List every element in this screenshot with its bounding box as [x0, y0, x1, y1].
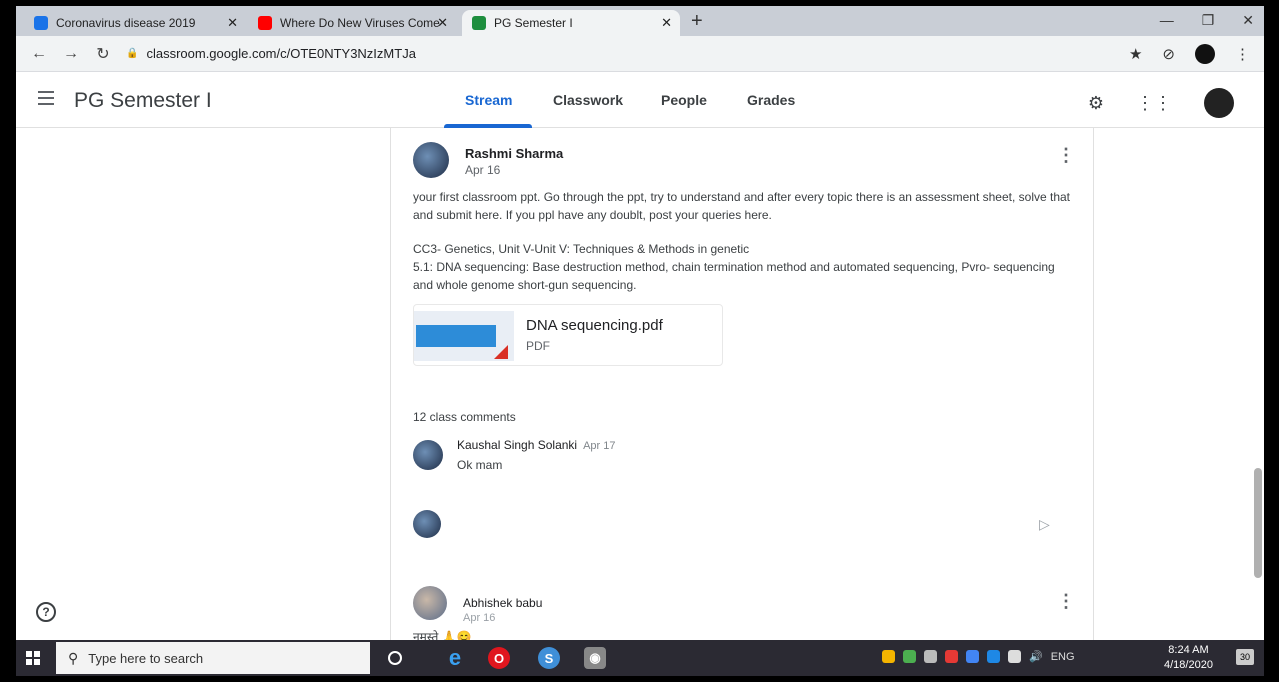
- hamburger-menu-icon[interactable]: [38, 91, 54, 105]
- forward-icon[interactable]: →: [62, 45, 80, 63]
- send-icon[interactable]: ▷: [1039, 516, 1050, 533]
- post-date: Apr 16: [465, 163, 501, 177]
- close-icon[interactable]: ✕: [227, 15, 238, 31]
- network-icon[interactable]: [1008, 650, 1021, 663]
- tab-title: Where Do New Viruses Come Fré: [280, 16, 440, 30]
- tab-strip: Coronavirus disease 2019 ✕ Where Do New …: [16, 6, 1264, 36]
- pdf-thumbnail: [414, 311, 514, 361]
- opera-icon[interactable]: O: [488, 647, 510, 669]
- task-view-icon[interactable]: [388, 651, 402, 665]
- post-author: Abhishek babu: [463, 596, 543, 610]
- help-icon[interactable]: ?: [36, 602, 56, 622]
- settings-gear-icon[interactable]: ⚙: [1088, 93, 1104, 114]
- post-body-line: CC3- Genetics, Unit V-Unit V: Techniques…: [413, 242, 750, 256]
- clock-date: 4/18/2020: [1164, 659, 1213, 671]
- browser-menu-icon[interactable]: ⋮: [1235, 45, 1250, 63]
- lock-icon: 🔒: [126, 48, 139, 59]
- attachment-name: DNA sequencing.pdf: [526, 317, 663, 334]
- extension-icon[interactable]: ⊘: [1162, 45, 1175, 63]
- tab-classwork[interactable]: Classwork: [553, 92, 623, 108]
- announcement-card: Rashmi Sharma Apr 16 ⋮ your first classr…: [390, 128, 1094, 644]
- tray-app-icon[interactable]: [987, 650, 1000, 663]
- tray-app-icon[interactable]: [903, 650, 916, 663]
- close-icon[interactable]: ✕: [437, 15, 448, 31]
- volume-icon[interactable]: 🔊: [1029, 650, 1043, 663]
- address-bar[interactable]: 🔒 classroom.google.com/c/OTE0NTY3NzIzMTJ…: [126, 42, 416, 66]
- scrollbar[interactable]: [1254, 468, 1262, 578]
- classroom-header: PG Semester I Stream Classwork People Gr…: [16, 72, 1264, 128]
- post-body-line: and whole genome short-gun sequencing.: [413, 278, 637, 292]
- classroom-icon: [472, 16, 486, 30]
- tab-youtube[interactable]: Where Do New Viruses Come Fré ✕: [248, 10, 456, 36]
- tab-coronavirus[interactable]: Coronavirus disease 2019 ✕: [24, 10, 246, 36]
- my-avatar: [413, 510, 441, 538]
- tray-app-icon[interactable]: [945, 650, 958, 663]
- browser-window: Coronavirus disease 2019 ✕ Where Do New …: [16, 6, 1264, 676]
- chrome-icon[interactable]: ◉: [584, 647, 606, 669]
- search-placeholder: Type here to search: [88, 650, 204, 666]
- star-icon[interactable]: ★: [1129, 45, 1142, 63]
- tray-app-icon[interactable]: [966, 650, 979, 663]
- tab-grades[interactable]: Grades: [747, 92, 795, 108]
- apps-grid-icon[interactable]: ⋮⋮: [1136, 93, 1172, 114]
- notification-center-icon[interactable]: 30: [1236, 649, 1254, 665]
- attachment-card[interactable]: DNA sequencing.pdf PDF: [413, 304, 723, 366]
- attachment-type: PDF: [526, 339, 550, 353]
- comment-author: Kaushal Singh Solanki: [457, 438, 578, 452]
- address-toolbar: ← → ↻ 🔒 classroom.google.com/c/OTE0NTY3N…: [16, 36, 1264, 72]
- tab-stream[interactable]: Stream: [465, 92, 512, 108]
- post-menu-icon[interactable]: ⋮: [1057, 146, 1075, 164]
- taskbar-search[interactable]: ⚲ Type here to search: [56, 642, 370, 674]
- tab-title: PG Semester I: [494, 16, 573, 30]
- stream-content: ? Rashmi Sharma Apr 16 ⋮ your first clas…: [16, 128, 1264, 644]
- close-icon[interactable]: ✕: [661, 15, 672, 31]
- post-menu-icon[interactable]: ⋮: [1057, 592, 1075, 610]
- youtube-icon: [258, 16, 272, 30]
- back-icon[interactable]: ←: [30, 45, 48, 63]
- class-comments-link[interactable]: 12 class comments: [413, 410, 516, 424]
- comment-text: Ok mam: [457, 458, 503, 472]
- tray-app-icon[interactable]: [882, 650, 895, 663]
- windows-start-icon[interactable]: [26, 651, 40, 665]
- header-actions: ⚙ ⋮⋮: [1088, 88, 1234, 118]
- tab-pg-semester[interactable]: PG Semester I ✕: [462, 10, 680, 36]
- new-tab-button[interactable]: +: [691, 10, 703, 33]
- close-window-icon[interactable]: ✕: [1242, 12, 1254, 29]
- author-avatar: [413, 586, 447, 620]
- post-body-line: 5.1: DNA sequencing: Base destruction me…: [413, 260, 1055, 274]
- account-avatar[interactable]: [1204, 88, 1234, 118]
- edge-icon[interactable]: e: [444, 645, 466, 670]
- globe-icon: [34, 16, 48, 30]
- post-author: Rashmi Sharma: [465, 146, 564, 161]
- skype-icon[interactable]: S: [538, 647, 560, 669]
- reload-icon[interactable]: ↻: [94, 44, 112, 64]
- tab-title: Coronavirus disease 2019: [56, 16, 196, 30]
- restore-icon[interactable]: ❐: [1202, 12, 1215, 29]
- tab-people[interactable]: People: [661, 92, 707, 108]
- minimize-icon[interactable]: —: [1160, 12, 1174, 29]
- post-date: Apr 16: [463, 612, 496, 624]
- post-body-line: your first classroom ppt. Go through the…: [413, 190, 1071, 204]
- taskbar-clock[interactable]: 8:24 AM 4/18/2020: [1164, 643, 1213, 673]
- clock-time: 8:24 AM: [1168, 644, 1209, 656]
- comment-date: Apr 17: [583, 440, 616, 452]
- commenter-avatar: [413, 440, 443, 470]
- search-icon: ⚲: [68, 649, 79, 666]
- language-indicator[interactable]: ENG: [1051, 651, 1075, 663]
- window-controls: — ❐ ✕: [1160, 12, 1254, 29]
- post-body-line: and submit here. If you ppl have any dou…: [413, 208, 772, 222]
- system-tray: 🔊 ENG: [882, 650, 1075, 663]
- class-title: PG Semester I: [74, 89, 212, 112]
- comment-author-line: Kaushal Singh Solanki Apr 17: [457, 438, 616, 452]
- tray-app-icon[interactable]: [924, 650, 937, 663]
- url-text: classroom.google.com/c/OTE0NTY3NzIzMTJa: [146, 46, 416, 61]
- author-avatar: [413, 142, 449, 178]
- profile-avatar[interactable]: [1195, 44, 1215, 64]
- windows-taskbar: ⚲ Type here to search e O S ◉ 🔊 ENG 8:24…: [16, 640, 1264, 676]
- toolbar-actions: ★ ⊘ ⋮: [1129, 44, 1250, 64]
